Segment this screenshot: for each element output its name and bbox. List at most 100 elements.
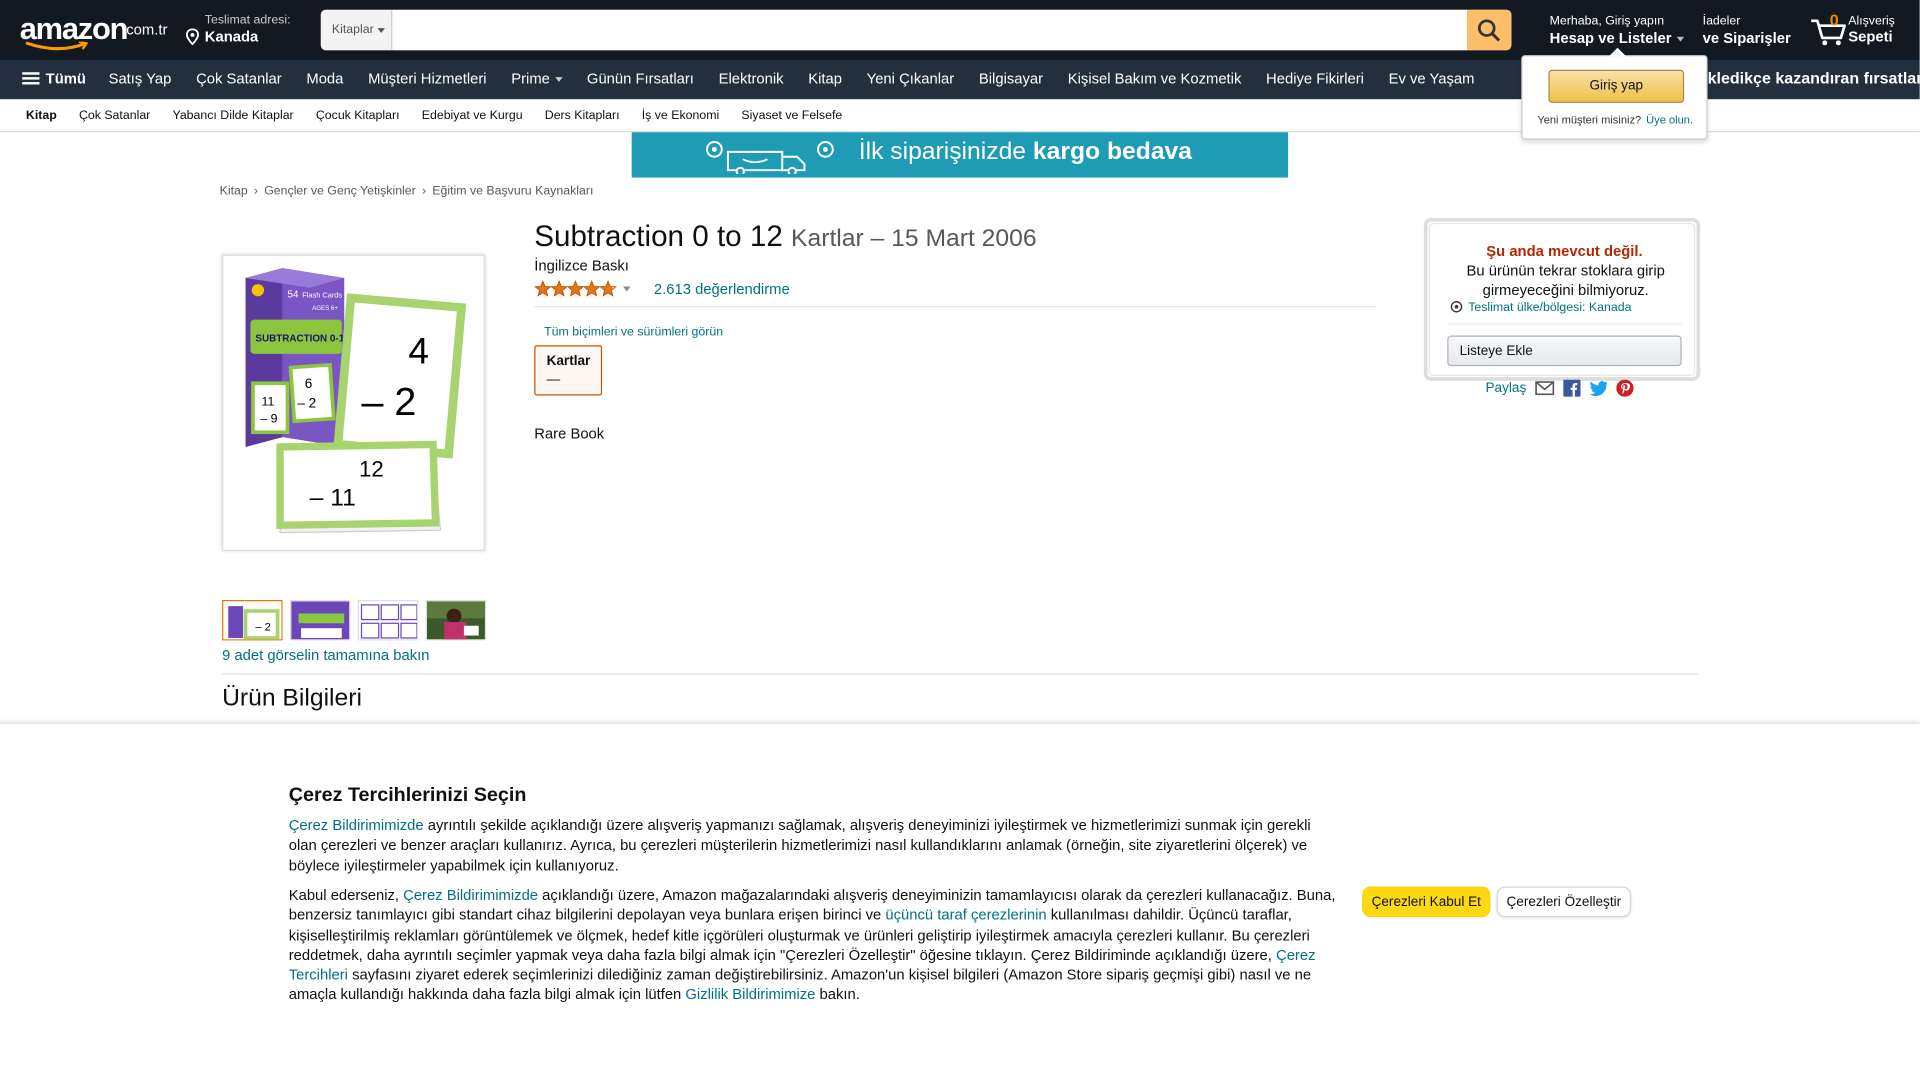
deliver-label: Teslimat adresi: xyxy=(204,13,291,27)
nav-item-personal-care[interactable]: Kişisel Bakım ve Kozmetik xyxy=(1068,70,1242,87)
nav-item-gift-ideas[interactable]: Hediye Fikirleri xyxy=(1266,70,1364,87)
delivery-location-link[interactable]: Teslimat ülke/bölgesi: Kanada xyxy=(1450,300,1632,315)
amazon-logo[interactable]: amazon .com.tr xyxy=(20,12,168,51)
thumbnail-2[interactable] xyxy=(289,600,351,641)
cookie-p2-text-a: Kabul ederseniz, xyxy=(288,886,404,904)
box-count-text: 54 xyxy=(287,290,299,301)
unavailable-text: Şu anda mevcut değil. xyxy=(1486,242,1643,260)
subnav-item-children[interactable]: Çocuk Kitapları xyxy=(316,109,400,122)
see-all-images-link[interactable]: 9 adet görselin tamamına bakın xyxy=(222,647,429,664)
product-title: Subtraction 0 to 12 Kartlar – 15 Mart 20… xyxy=(534,220,1036,254)
add-to-list-button[interactable]: Listeye Ekle xyxy=(1447,335,1682,367)
flash-cards-image: 54 Flash Cards SUBTRACTION 0-12 AGES 6+ … xyxy=(245,268,467,534)
card-small-digits: 11 xyxy=(262,394,275,408)
privacy-notice-link[interactable]: Gizlilik Bildirimimize xyxy=(685,986,815,1003)
chevron-down-icon xyxy=(554,76,563,82)
nav-item-customer-service[interactable]: Müşteri Hizmetleri xyxy=(368,70,486,87)
breadcrumb-item-books[interactable]: Kitap xyxy=(220,185,248,198)
thumbnail-3[interactable] xyxy=(357,600,419,641)
card-small-digits: – 2 xyxy=(297,396,316,411)
format-option-cards[interactable]: Kartlar — xyxy=(534,345,603,396)
location-pin-icon xyxy=(1450,301,1463,313)
subnav-item-books[interactable]: Kitap xyxy=(26,109,57,122)
breadcrumb-chevron-icon: › xyxy=(421,184,427,199)
star-icon xyxy=(599,280,617,297)
format-name: Kartlar xyxy=(546,353,591,369)
star-rating[interactable] xyxy=(534,280,618,297)
cart-icon xyxy=(1811,19,1846,46)
location-pin-icon xyxy=(185,28,199,46)
subnav-item-best-sellers[interactable]: Çok Satanlar xyxy=(79,109,150,122)
signin-button[interactable]: Giriş yap xyxy=(1548,69,1685,103)
facebook-icon[interactable] xyxy=(1563,379,1581,397)
subnav-item-literature[interactable]: Edebiyat ve Kurgu xyxy=(422,109,523,122)
svg-text:– 2: – 2 xyxy=(255,622,270,634)
pinterest-icon[interactable] xyxy=(1616,379,1634,397)
divider xyxy=(222,673,1698,675)
cookie-notice-link[interactable]: Çerez Bildirimimizde xyxy=(289,817,424,834)
nav-item-computers[interactable]: Bilgisayar xyxy=(979,70,1043,87)
box-label-text: Flash Cards xyxy=(302,291,342,300)
cookie-paragraph-1: Çerez Bildirimimizde ayrıntılı şekilde a… xyxy=(289,816,1338,876)
card-stack-digits: 12 xyxy=(359,456,384,481)
buy-box: Şu anda mevcut değil. Bu ürünün tekrar s… xyxy=(1423,217,1701,381)
cookie-consent-banner: Çerez Tercihlerinizi Seçin Çerez Bildiri… xyxy=(0,722,1920,1080)
divider xyxy=(534,306,1376,308)
register-link[interactable]: Üye olun. xyxy=(1646,114,1693,126)
card-stack-digits: – 11 xyxy=(310,485,356,512)
cart-button[interactable]: 0 Alışveriş Sepeti xyxy=(1809,10,1908,52)
breadcrumb-item-education[interactable]: Eğitim ve Başvuru Kaynakları xyxy=(432,185,593,198)
thumbnail-1[interactable]: – 2 xyxy=(222,600,283,641)
subnav-item-business[interactable]: İş ve Ekonomi xyxy=(642,109,719,122)
subnav-item-foreign-language[interactable]: Yabancı Dilde Kitaplar xyxy=(173,109,294,122)
nav-item-home[interactable]: Ev ve Yaşam xyxy=(1389,70,1475,87)
product-main-image[interactable]: 54 Flash Cards SUBTRACTION 0-12 AGES 6+ … xyxy=(222,254,485,552)
search-category-select[interactable]: Kitaplar xyxy=(320,9,393,51)
chevron-down-icon[interactable] xyxy=(623,286,631,292)
breadcrumb-chevron-icon: › xyxy=(253,184,259,199)
account-flyout: Giriş yap Yeni müşteri misiniz? Üye olun. xyxy=(1521,47,1708,140)
chevron-down-icon xyxy=(1676,36,1684,42)
nav-item-fashion[interactable]: Moda xyxy=(306,70,343,87)
search-button[interactable] xyxy=(1466,9,1512,51)
nav-item-deals[interactable]: Günün Fırsatları xyxy=(587,70,694,87)
nav-item-prime-label: Prime xyxy=(511,69,550,87)
banner-text: İlk siparişinizde xyxy=(858,138,1027,166)
account-menu[interactable]: Merhaba, Giriş yapın Hesap ve Listeler xyxy=(1550,15,1684,47)
thumbnail-4[interactable] xyxy=(425,600,487,641)
subnav-item-politics[interactable]: Siyaset ve Felsefe xyxy=(741,109,842,122)
logo-tld: .com.tr xyxy=(122,20,168,38)
mail-icon[interactable] xyxy=(1535,381,1555,396)
customize-cookies-button[interactable]: Çerezleri Özelleştir xyxy=(1496,886,1632,918)
account-greeting: Merhaba, Giriş yapın xyxy=(1549,14,1665,29)
box-age-text: AGES 6+ xyxy=(312,305,338,312)
free-shipping-banner[interactable]: İlk siparişinizde kargo bedava xyxy=(631,132,1289,178)
nav-item-sell[interactable]: Satış Yap xyxy=(109,70,172,87)
share-label[interactable]: Paylaş xyxy=(1485,381,1526,396)
nav-item-new-releases[interactable]: Yeni Çıkanlar xyxy=(867,70,955,87)
delivery-location-text: Teslimat ülke/bölgesi: Kanada xyxy=(1468,301,1632,315)
nav-promo[interactable]: kledikçe kazandıran fırsatlar xyxy=(1708,69,1920,87)
star-icon xyxy=(566,280,585,297)
search-input[interactable] xyxy=(393,9,1467,51)
ratings-count-link[interactable]: 2.613 değerlendirme xyxy=(654,280,790,297)
nav-item-electronics[interactable]: Elektronik xyxy=(719,70,784,87)
accept-cookies-button[interactable]: Çerezleri Kabul Et xyxy=(1362,886,1491,918)
hamburger-icon xyxy=(22,72,40,85)
star-icons xyxy=(534,280,617,297)
cookie-notice-link[interactable]: Çerez Bildirimimizde xyxy=(403,887,538,904)
all-formats-link[interactable]: Tüm biçimleri ve sürümleri görün xyxy=(544,326,723,339)
box-title-text: SUBTRACTION 0-12 xyxy=(255,334,350,345)
third-party-cookies-link[interactable]: üçüncü taraf çerezlerinin xyxy=(885,906,1046,923)
nav-item-best-sellers[interactable]: Çok Satanlar xyxy=(196,70,282,87)
nav-item-prime[interactable]: Prime xyxy=(511,69,563,87)
nav-item-books[interactable]: Kitap xyxy=(808,70,842,87)
card-big-digit: – 2 xyxy=(362,380,417,424)
all-menu-button[interactable]: Tümü xyxy=(22,70,86,87)
banner-text-bold: kargo bedava xyxy=(1032,138,1193,166)
top-header: amazon .com.tr Teslimat adresi: Kanada K… xyxy=(0,0,1920,61)
subnav-item-textbooks[interactable]: Ders Kitapları xyxy=(545,109,620,122)
returns-orders[interactable]: İadeler ve Siparişler xyxy=(1703,15,1791,47)
twitter-icon[interactable] xyxy=(1589,380,1608,396)
breadcrumb-item-teens[interactable]: Gençler ve Genç Yetişkinler xyxy=(264,185,416,198)
